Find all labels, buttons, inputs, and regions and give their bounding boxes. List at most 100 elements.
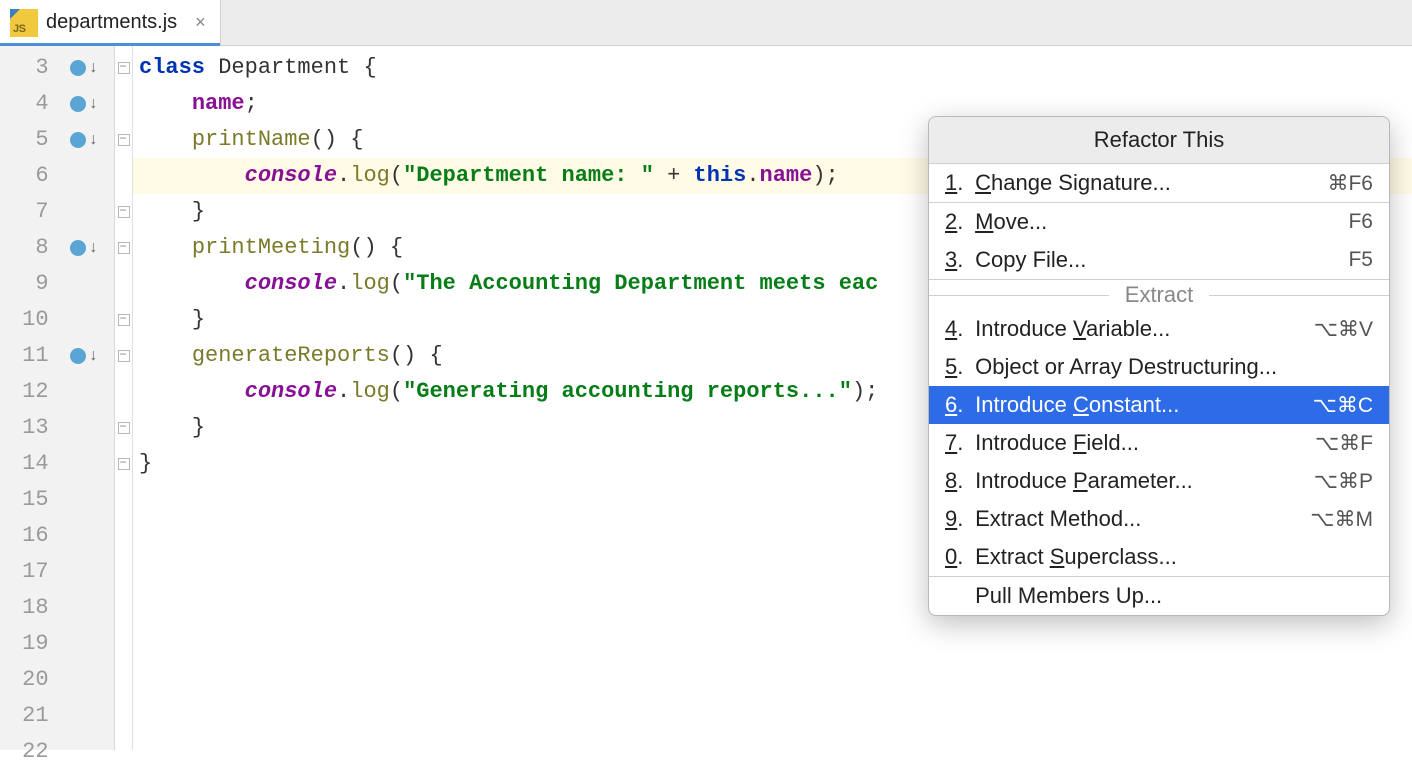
code-line[interactable] <box>139 734 1412 770</box>
code-token: "Department name: " <box>403 163 654 188</box>
refactor-menu-item[interactable]: 1. Change Signature...⌘F6 <box>929 164 1389 202</box>
gutter-marker-slot <box>55 662 114 698</box>
menu-item-label: Introduce Constant... <box>969 392 1179 417</box>
fold-handle-icon[interactable] <box>118 458 130 470</box>
line-number: 13 <box>0 410 49 446</box>
gutter-marker-slot <box>55 698 114 734</box>
gutter-marker-slot <box>55 374 114 410</box>
code-token: () { <box>311 127 364 152</box>
code-token: . <box>746 163 759 188</box>
code-line[interactable] <box>139 662 1412 698</box>
code-token: generateReports <box>192 343 390 368</box>
close-icon[interactable]: × <box>191 12 210 33</box>
fold-handle-icon[interactable] <box>118 242 130 254</box>
menu-item-mnemonic-number: 9. <box>945 506 969 532</box>
fold-slot <box>115 446 132 482</box>
refactor-menu-item[interactable]: 2. Move...F6 <box>929 203 1389 241</box>
refactor-menu-item[interactable]: 6. Introduce Constant...⌥⌘C <box>929 386 1389 424</box>
code-token: ); <box>852 379 878 404</box>
menu-item-mnemonic-number: 1. <box>945 170 969 196</box>
menu-item-mnemonic-number: 4. <box>945 316 969 342</box>
popup-section: Extract4. Introduce Variable...⌥⌘V5. Obj… <box>929 279 1389 576</box>
refactor-menu-item[interactable]: 5. Object or Array Destructuring... <box>929 348 1389 386</box>
fold-slot <box>115 338 132 374</box>
popup-section: Pull Members Up... <box>929 576 1389 615</box>
gutter-marker-slot <box>55 734 114 770</box>
refactor-menu-item[interactable]: 4. Introduce Variable... ⌥⌘V <box>929 310 1389 348</box>
code-token: this <box>694 163 747 188</box>
override-icon[interactable] <box>70 132 86 148</box>
gutter-marker-slot <box>55 626 114 662</box>
override-icon[interactable] <box>70 96 86 112</box>
override-icon[interactable] <box>70 60 86 76</box>
override-arrow-icon: ↓ <box>88 50 98 86</box>
override-icon[interactable] <box>70 348 86 364</box>
refactor-menu-item[interactable]: Pull Members Up... <box>929 577 1389 615</box>
line-number: 3 <box>0 50 49 86</box>
menu-item-mnemonic-number: 7. <box>945 430 969 456</box>
code-token: () { <box>350 235 403 260</box>
refactor-menu-item[interactable]: 0. Extract Superclass... <box>929 538 1389 576</box>
override-arrow-icon: ↓ <box>88 122 98 158</box>
fold-handle-icon[interactable] <box>118 134 130 146</box>
gutter-marker-slot <box>55 158 114 194</box>
fold-slot <box>115 230 132 266</box>
code-token: . <box>337 163 350 188</box>
code-token: printMeeting <box>192 235 350 260</box>
fold-handle-icon[interactable] <box>118 62 130 74</box>
code-line[interactable]: class Department { <box>139 50 1412 86</box>
menu-item-mnemonic-number: 0. <box>945 544 969 570</box>
popup-title: Refactor This <box>929 117 1389 164</box>
fold-slot <box>115 626 132 662</box>
menu-item-label: Change Signature... <box>969 170 1171 195</box>
refactor-menu-item[interactable]: 7. Introduce Field...⌥⌘F <box>929 424 1389 462</box>
override-icon[interactable] <box>70 240 86 256</box>
code-token: console <box>245 163 337 188</box>
fold-slot <box>115 50 132 86</box>
fold-handle-icon[interactable] <box>118 422 130 434</box>
menu-item-shortcut: ⌥⌘P <box>1314 469 1373 494</box>
fold-slot <box>115 86 132 122</box>
code-token: } <box>192 199 205 224</box>
fold-slot <box>115 518 132 554</box>
gutter-marker-slot <box>55 554 114 590</box>
menu-item-shortcut: ⌥⌘M <box>1310 507 1373 532</box>
refactor-menu-item[interactable]: 8. Introduce Parameter...⌥⌘P <box>929 462 1389 500</box>
code-token: console <box>245 379 337 404</box>
code-token: . <box>337 271 350 296</box>
fold-slot <box>115 158 132 194</box>
code-token: log <box>350 379 390 404</box>
code-token: log <box>350 271 390 296</box>
gutter-marker-slot <box>55 518 114 554</box>
line-number: 20 <box>0 662 49 698</box>
gutter-marker-slot <box>55 590 114 626</box>
refactor-menu-item[interactable]: 9. Extract Method... ⌥⌘M <box>929 500 1389 538</box>
menu-item-mnemonic-number: 5. <box>945 354 969 380</box>
menu-item-shortcut: F6 <box>1348 210 1373 234</box>
file-tab[interactable]: JS departments.js × <box>0 0 221 45</box>
line-number: 22 <box>0 734 49 770</box>
menu-item-label: Extract Method... <box>969 506 1141 531</box>
fold-handle-icon[interactable] <box>118 314 130 326</box>
code-token: ( <box>390 163 403 188</box>
fold-handle-icon[interactable] <box>118 206 130 218</box>
menu-item-shortcut: ⌥⌘V <box>1314 317 1373 342</box>
gutter-marker-slot <box>55 482 114 518</box>
code-token: class <box>139 55 218 80</box>
code-line[interactable] <box>139 698 1412 734</box>
fold-handle-icon[interactable] <box>118 350 130 362</box>
gutter-marker-slot <box>55 266 114 302</box>
line-number: 12 <box>0 374 49 410</box>
fold-slot <box>115 662 132 698</box>
gutter-marker-slot: ↓ <box>55 338 114 374</box>
refactor-menu-item[interactable]: 3. Copy File...F5 <box>929 241 1389 279</box>
fold-slot <box>115 410 132 446</box>
code-token: { <box>363 55 376 80</box>
fold-slot <box>115 734 132 770</box>
code-line[interactable] <box>139 626 1412 662</box>
code-token: name <box>192 91 245 116</box>
fold-slot <box>115 374 132 410</box>
fold-slot <box>115 482 132 518</box>
menu-item-mnemonic-number: 6. <box>945 392 969 418</box>
menu-item-label: Introduce Variable... <box>969 316 1170 341</box>
